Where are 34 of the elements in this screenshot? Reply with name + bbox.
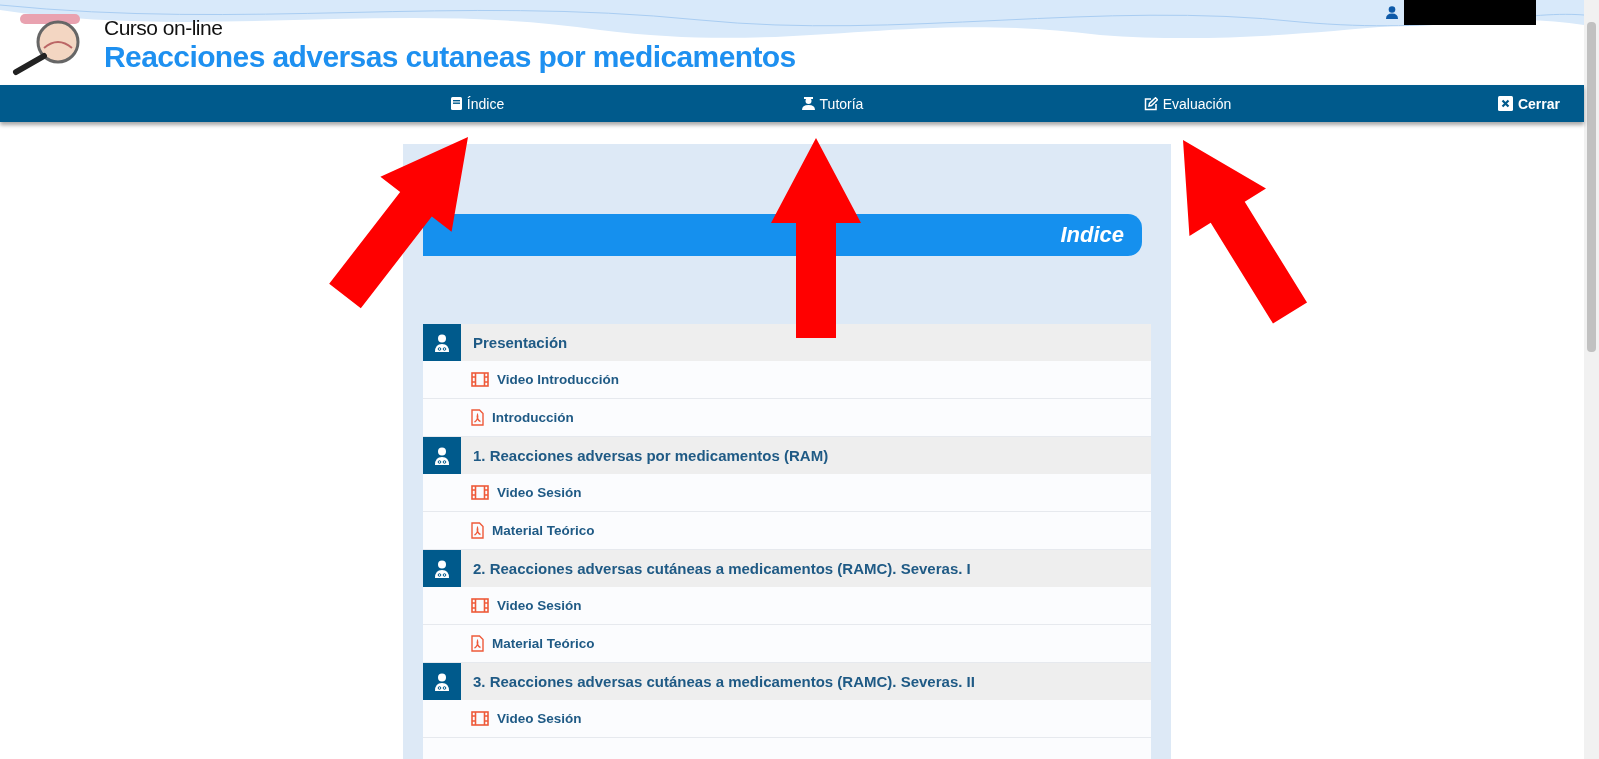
- lesson-link[interactable]: Video Sesión: [423, 587, 1151, 625]
- section-title: 1. Reacciones adversas por medicamentos (RAM): [473, 447, 829, 464]
- film-icon: [471, 485, 489, 500]
- edit-icon: [1143, 96, 1158, 111]
- lesson-link[interactable]: Introducción: [423, 399, 1151, 437]
- scrollbar[interactable]: [1584, 0, 1599, 759]
- film-icon: [471, 598, 489, 613]
- course-kicker: Curso on-line: [104, 16, 224, 40]
- close-icon: [1497, 96, 1513, 111]
- doctor-icon: [423, 324, 461, 361]
- doctor-icon: [423, 550, 461, 587]
- section-title: 2. Reacciones adversas cutáneas a medicamentos (RAMC). Severas. I: [473, 560, 971, 577]
- section-title: 3. Reacciones adversas cutáneas a medicamentos (RAMC). Severas. II: [473, 673, 975, 690]
- nav-link[interactable]: Tutoría: [655, 95, 1010, 112]
- film-icon: [471, 711, 489, 726]
- lesson-link[interactable]: Material Teórico: [423, 512, 1151, 550]
- close-link[interactable]: Cerrar: [1497, 95, 1560, 112]
- doctor-icon: [423, 663, 461, 700]
- lesson-link[interactable]: Video Sesión: [423, 700, 1151, 738]
- nav-link[interactable]: Evaluación: [1010, 95, 1365, 112]
- user-icon: [1386, 6, 1398, 19]
- pdf-file-icon: [471, 409, 484, 426]
- doctor-icon: [423, 437, 461, 474]
- pdf-file-icon: [471, 635, 484, 652]
- lesson-link[interactable]: Video Introducción: [423, 361, 1151, 399]
- book-icon: [450, 97, 462, 110]
- user-icon: [801, 97, 815, 110]
- lesson-link[interactable]: Video Sesión: [423, 474, 1151, 512]
- course-title: Reacciones adversas cutaneas por medicamentos: [104, 40, 796, 73]
- lesson-link[interactable]: Material Teórico: [423, 625, 1151, 663]
- film-icon: [471, 372, 489, 387]
- section-title: Presentación: [473, 334, 568, 351]
- pdf-file-icon: [471, 522, 484, 539]
- nav-link[interactable]: Índice: [300, 95, 655, 112]
